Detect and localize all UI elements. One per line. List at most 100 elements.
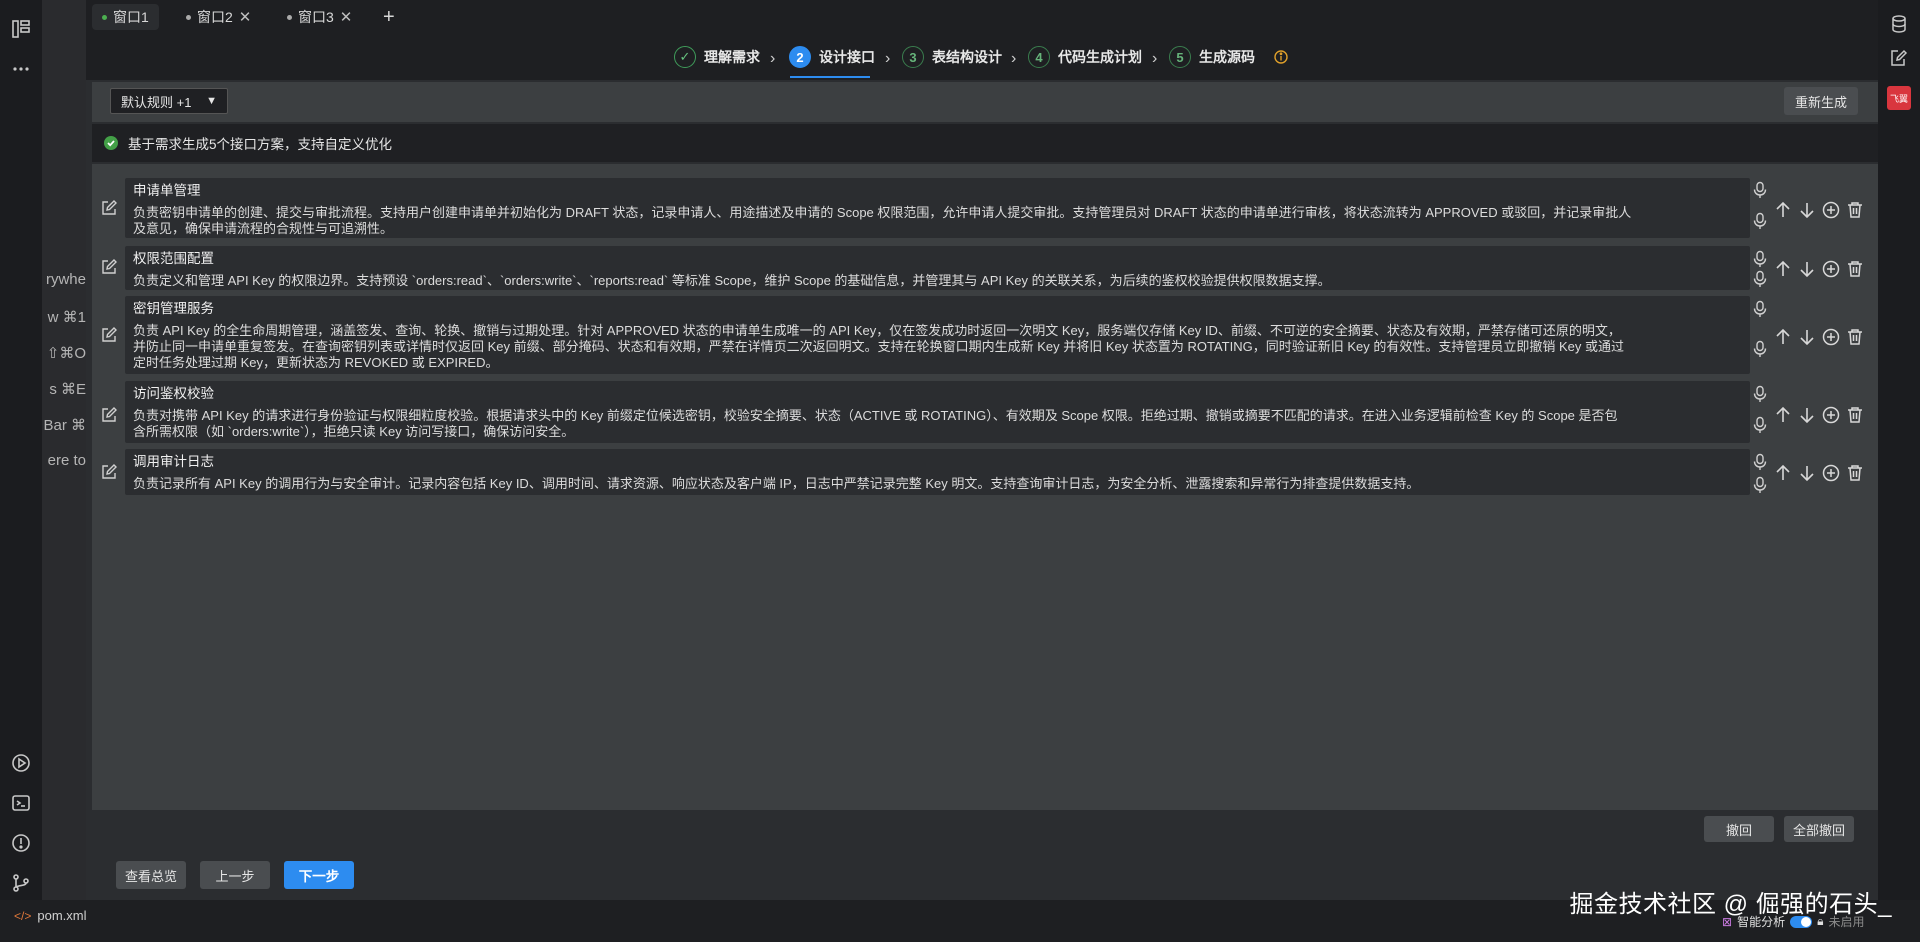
tab-window-3[interactable]: 窗口3 ✕: [277, 4, 362, 30]
plus-icon: +: [383, 5, 395, 28]
microphone-icon[interactable]: [1752, 453, 1768, 471]
step-label: 生成源码: [1199, 49, 1255, 65]
add-icon[interactable]: [1822, 260, 1840, 278]
step-number: 4: [1028, 46, 1050, 68]
item-title: 访问鉴权校验: [133, 386, 214, 401]
delete-icon[interactable]: [1846, 201, 1864, 219]
microphone-icon[interactable]: [1752, 340, 1768, 358]
run-icon[interactable]: [10, 752, 32, 774]
undo-row: 撤回 全部撤回: [92, 812, 1878, 846]
rule-select-value: 默认规则 +1: [121, 94, 192, 110]
behind-menu-text: w ⌘1: [47, 309, 86, 326]
edit-icon[interactable]: [100, 326, 118, 344]
notice-text: 基于需求生成5个接口方案，支持自定义优化: [128, 137, 393, 152]
undo-all-button[interactable]: 全部撤回: [1784, 816, 1854, 842]
move-up-icon[interactable]: [1774, 260, 1792, 278]
behind-menu-text: rywhe: [45, 271, 86, 288]
chevron-right-icon: ›: [885, 50, 891, 67]
move-up-icon[interactable]: [1774, 328, 1792, 346]
microphone-icon[interactable]: [1752, 250, 1768, 268]
step-label: 代码生成计划: [1058, 49, 1142, 65]
tab-label: 窗口3: [298, 9, 334, 25]
edit-icon[interactable]: [100, 463, 118, 481]
item-desc-line: 负责定义和管理 API Key 的权限边界。支持预设 `orders:read`…: [133, 273, 1331, 288]
more-icon[interactable]: [10, 58, 32, 80]
item-description: 负责密钥申请单的创建、提交与审批流程。支持用户创建申请单并初始化为 DRAFT …: [133, 205, 1740, 237]
plugin-badge[interactable]: 飞翼: [1887, 86, 1911, 110]
prev-step-button[interactable]: 上一步: [200, 861, 270, 889]
undo-button[interactable]: 撤回: [1704, 816, 1774, 842]
move-up-icon[interactable]: [1774, 464, 1792, 482]
microphone-icon[interactable]: [1752, 300, 1768, 318]
rule-select[interactable]: 默认规则 +1 ▼: [110, 88, 228, 114]
git-icon[interactable]: [10, 872, 32, 894]
tab-status-dot: [186, 14, 191, 20]
microphone-icon[interactable]: [1752, 385, 1768, 403]
list-item[interactable]: 调用审计日志 负责记录所有 API Key 的调用行为与安全审计。记录内容包括 …: [125, 449, 1750, 495]
tab-window-1[interactable]: 窗口1: [92, 4, 159, 30]
status-file[interactable]: </> pom.xml: [14, 908, 86, 923]
tab-status-dot: [102, 14, 107, 20]
microphone-icon[interactable]: [1752, 181, 1768, 199]
watermark-text: 掘金技术社区 @ 倔强的石头_: [1569, 891, 1892, 918]
delete-icon[interactable]: [1846, 464, 1864, 482]
move-up-icon[interactable]: [1774, 406, 1792, 424]
list-item[interactable]: 访问鉴权校验 负责对携带 API Key 的请求进行身份验证与权限细粒度校验。根…: [125, 381, 1750, 443]
move-down-icon[interactable]: [1798, 464, 1816, 482]
add-icon[interactable]: [1822, 201, 1840, 219]
step-design-api[interactable]: 2 设计接口: [789, 42, 875, 72]
next-step-button[interactable]: 下一步: [284, 861, 354, 889]
delete-icon[interactable]: [1846, 328, 1864, 346]
microphone-icon[interactable]: [1752, 476, 1768, 494]
behind-menu-text: ⇧⌘O: [46, 345, 86, 362]
edit-icon[interactable]: [100, 258, 118, 276]
caret-down-icon: ▼: [206, 95, 217, 107]
move-down-icon[interactable]: [1798, 260, 1816, 278]
tab-label: 窗口1: [113, 9, 149, 25]
add-icon[interactable]: [1822, 328, 1840, 346]
item-desc-line: 并防止同一申请单重复签发。在查询密钥列表或详情时仅返回 Key 前缀、部分掩码、…: [133, 339, 1624, 354]
add-icon[interactable]: [1822, 464, 1840, 482]
edit-icon[interactable]: [100, 406, 118, 424]
item-desc-line: 及意见，确保申请流程的合规性与可追溯性。: [133, 221, 394, 236]
info-icon[interactable]: [1274, 50, 1288, 64]
step-understand[interactable]: ✓ 理解需求: [674, 42, 760, 72]
notes-icon[interactable]: [1889, 48, 1909, 68]
right-tool-bar: 飞翼: [1878, 0, 1920, 900]
close-icon[interactable]: ✕: [239, 8, 252, 26]
microphone-icon[interactable]: [1752, 416, 1768, 434]
step-table-design[interactable]: 3 表结构设计: [902, 42, 1002, 72]
step-label: 表结构设计: [932, 49, 1002, 65]
item-title: 调用审计日志: [133, 454, 214, 469]
step-generate-source[interactable]: 5 生成源码: [1169, 42, 1255, 72]
check-icon: ✓: [674, 46, 696, 68]
move-down-icon[interactable]: [1798, 406, 1816, 424]
list-item[interactable]: 密钥管理服务 负责 API Key 的全生命周期管理，涵盖签发、查询、轮换、撤销…: [125, 296, 1750, 374]
move-up-icon[interactable]: [1774, 201, 1792, 219]
list-item[interactable]: 申请单管理 负责密钥申请单的创建、提交与审批流程。支持用户创建申请单并初始化为 …: [125, 178, 1750, 238]
microphone-icon[interactable]: [1752, 270, 1768, 288]
step-codegen-plan[interactable]: 4 代码生成计划: [1028, 42, 1142, 72]
tab-label: 窗口2: [197, 9, 233, 25]
list-item[interactable]: 权限范围配置 负责定义和管理 API Key 的权限边界。支持预设 `order…: [125, 246, 1750, 290]
success-check-icon: [104, 136, 118, 150]
regenerate-button[interactable]: 重新生成: [1784, 87, 1858, 115]
database-icon[interactable]: [1889, 14, 1909, 34]
terminal-icon[interactable]: [10, 792, 32, 814]
edit-icon[interactable]: [100, 199, 118, 217]
structure-icon[interactable]: [10, 18, 32, 40]
close-icon[interactable]: ✕: [340, 8, 353, 26]
delete-icon[interactable]: [1846, 406, 1864, 424]
microphone-icon[interactable]: [1752, 212, 1768, 230]
problems-icon[interactable]: [10, 832, 32, 854]
add-icon[interactable]: [1822, 406, 1840, 424]
move-down-icon[interactable]: [1798, 201, 1816, 219]
overview-button[interactable]: 查看总览: [116, 861, 186, 889]
tab-window-2[interactable]: 窗口2 ✕: [176, 4, 261, 30]
active-step-indicator: [790, 76, 870, 78]
notice-bar: 基于需求生成5个接口方案，支持自定义优化: [92, 124, 1878, 162]
wizard-stepper: ✓ 理解需求 › 2 设计接口 › 3 表结构设计 › 4 代码生成计划 › 5…: [86, 34, 1878, 80]
move-down-icon[interactable]: [1798, 328, 1816, 346]
delete-icon[interactable]: [1846, 260, 1864, 278]
add-tab-button[interactable]: +: [373, 4, 405, 30]
